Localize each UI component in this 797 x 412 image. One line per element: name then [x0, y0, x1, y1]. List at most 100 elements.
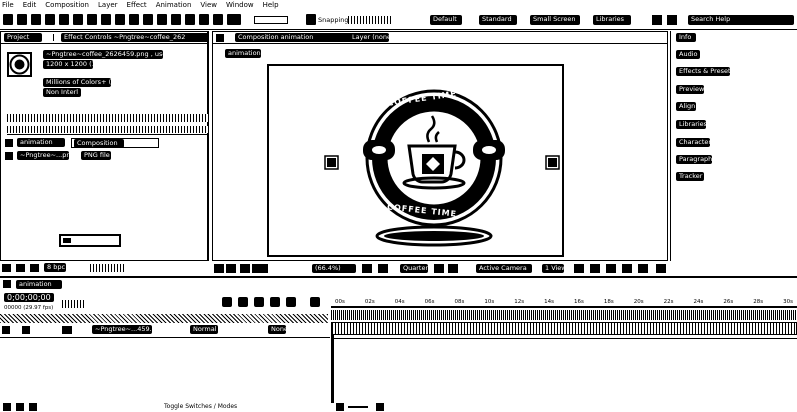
menu-file[interactable]: File	[2, 0, 14, 10]
timeline-layer-row[interactable]: ~Pngtree~...459.png Normal None	[0, 325, 330, 335]
snapping-options[interactable]	[348, 16, 393, 24]
menu-help[interactable]: Help	[263, 0, 279, 10]
snapshot-icon[interactable]	[362, 264, 372, 273]
stretch-icon[interactable]	[29, 403, 37, 411]
workspace-standard[interactable]: Standard	[479, 15, 517, 25]
brush-tool-icon[interactable]	[143, 14, 153, 25]
mask-visibility-icon[interactable]	[252, 264, 268, 273]
bpc-button[interactable]: 8 bpc	[44, 263, 66, 272]
region-icon[interactable]	[226, 264, 236, 273]
timecode[interactable]: 0;00;00;00	[4, 293, 54, 302]
graph-editor-icon[interactable]	[310, 297, 320, 307]
tab-composition[interactable]: Composition animation	[235, 33, 353, 42]
menu-layer[interactable]: Layer	[98, 0, 118, 10]
frame-blending-icon[interactable]	[270, 297, 280, 307]
eraser-tool-icon[interactable]	[171, 14, 181, 25]
guides-icon[interactable]	[240, 264, 250, 273]
pin-tool-icon[interactable]	[213, 14, 223, 25]
draft-3d-icon[interactable]	[238, 297, 248, 307]
composition-canvas[interactable]: COFFEE TIME COFFEE TIME	[267, 64, 564, 257]
panel-effects-presets[interactable]: Effects & Presets	[676, 67, 730, 76]
timeline-track-area[interactable]	[331, 335, 797, 403]
playhead[interactable]	[331, 335, 334, 403]
timecode-display[interactable]: 0;00;00;00	[4, 293, 54, 303]
selection-tool-icon[interactable]	[17, 14, 27, 25]
tab-effect-controls[interactable]: Effect Controls ~Pngtree~coffee_262	[61, 33, 209, 42]
roto-brush-tool-icon[interactable]	[185, 14, 195, 25]
zoom-dropdown[interactable]: (66.4%)	[312, 264, 356, 273]
workspace-menu-icon[interactable]	[667, 15, 677, 25]
lock-icon[interactable]	[216, 34, 224, 42]
pan-behind-tool-icon[interactable]	[87, 14, 97, 25]
layer-parent-dropdown[interactable]: None	[268, 325, 286, 334]
tab-timeline-animation[interactable]: animation	[16, 280, 62, 289]
lock-toggle-icon[interactable]	[22, 326, 30, 334]
zoom-out-icon[interactable]	[336, 403, 344, 411]
project-scrollbar[interactable]	[90, 264, 126, 272]
panel-info[interactable]: Info	[676, 33, 696, 42]
interpret-footage-icon[interactable]	[2, 264, 11, 272]
time-ruler[interactable]: 00s 02s 04s 06s 08s 10s 12s 14s 16s 18s …	[331, 298, 797, 308]
panel-align[interactable]: Align	[676, 102, 696, 111]
panel-preview[interactable]: Preview	[676, 85, 704, 94]
panel-libraries[interactable]: Libraries	[676, 120, 706, 129]
menu-edit[interactable]: Edit	[23, 0, 37, 10]
reset-exposure-icon[interactable]	[622, 264, 632, 273]
workspace-small-screen[interactable]: Small Screen	[530, 15, 580, 25]
project-search-input[interactable]	[7, 114, 209, 122]
rotate-tool-icon[interactable]	[59, 14, 69, 25]
type-tool-icon[interactable]	[129, 14, 139, 25]
panel-character[interactable]: Character	[676, 138, 710, 147]
new-folder-icon[interactable]	[16, 264, 25, 272]
fast-previews-icon[interactable]	[574, 264, 584, 273]
comp-flowchart-icon[interactable]	[606, 264, 616, 273]
show-channel-icon[interactable]	[378, 264, 388, 273]
menu-window[interactable]: Window	[226, 0, 254, 10]
project-item-row[interactable]: animation	[5, 138, 67, 148]
new-composition-icon[interactable]	[30, 264, 39, 272]
axis-dropdown[interactable]	[254, 16, 288, 24]
layer-mode-dropdown[interactable]: Normal	[190, 325, 218, 334]
puppet-tool-icon[interactable]	[199, 14, 209, 25]
layer-name[interactable]: ~Pngtree~...459.png	[92, 325, 152, 334]
region-of-interest-icon[interactable]	[434, 264, 444, 273]
layer-duration-bar[interactable]	[331, 322, 797, 335]
menu-animation[interactable]: Animation	[156, 0, 192, 10]
view-layout-dropdown[interactable]: 1 View	[542, 264, 564, 273]
render-time-icon[interactable]	[3, 403, 11, 411]
axis-mode-icon[interactable]	[227, 14, 241, 25]
comp-mini-flowchart-icon[interactable]	[222, 297, 232, 307]
mask-tool-icon[interactable]	[101, 14, 111, 25]
zoom-tool-icon[interactable]	[45, 14, 55, 25]
search-help-input[interactable]: Search Help	[688, 15, 794, 25]
motion-blur-icon[interactable]	[286, 297, 296, 307]
menu-view[interactable]: View	[200, 0, 217, 10]
panel-paragraph[interactable]: Paragraph	[676, 155, 712, 164]
camera-dropdown[interactable]: Active Camera	[476, 264, 532, 273]
shy-layers-icon[interactable]	[254, 297, 264, 307]
panel-tracker[interactable]: Tracker	[676, 172, 704, 181]
preview-icon[interactable]	[656, 264, 666, 273]
resolution-dropdown[interactable]: Quarter	[400, 264, 428, 273]
workspace-libraries[interactable]: Libraries	[593, 15, 631, 25]
pen-tool-icon[interactable]	[115, 14, 125, 25]
project-item-row[interactable]: ~Pngtree~...png	[5, 151, 69, 161]
hand-tool-icon[interactable]	[31, 14, 41, 25]
transparency-grid-icon[interactable]	[448, 264, 458, 273]
timeline-search-input[interactable]	[62, 300, 84, 308]
menu-composition[interactable]: Composition	[45, 0, 89, 10]
panel-audio[interactable]: Audio	[676, 50, 700, 59]
work-area-bar[interactable]	[331, 310, 797, 320]
tab-layer[interactable]: Layer (none)	[349, 33, 389, 42]
visibility-eye-icon[interactable]	[2, 326, 10, 334]
home-icon[interactable]	[3, 14, 13, 25]
zoom-in-icon[interactable]	[376, 403, 384, 411]
timeline-close-icon[interactable]	[3, 280, 11, 288]
camera-tool-icon[interactable]	[73, 14, 83, 25]
clone-stamp-tool-icon[interactable]	[157, 14, 167, 25]
menu-effect[interactable]: Effect	[127, 0, 147, 10]
in-out-icon[interactable]	[16, 403, 24, 411]
toggle-switches-modes[interactable]: Toggle Switches / Modes	[164, 403, 237, 410]
zoom-slider[interactable]	[348, 406, 368, 408]
timeline-icon[interactable]	[590, 264, 600, 273]
